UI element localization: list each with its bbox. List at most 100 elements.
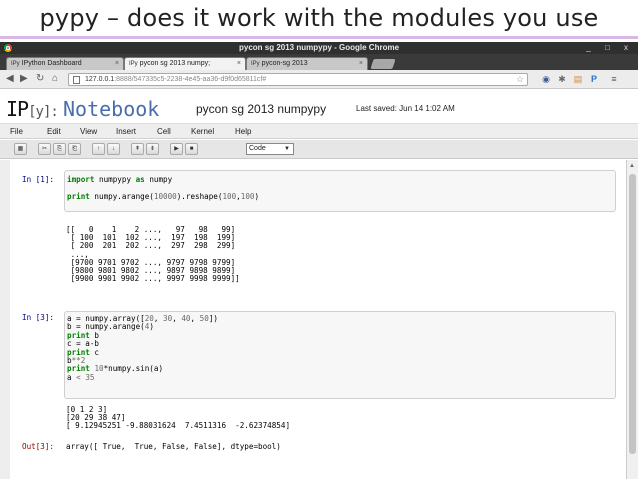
scroll-thumb[interactable] [629, 174, 636, 454]
output-line: [ 200 201 202 ..., 297 298 299] [66, 241, 236, 251]
paste-icon[interactable]: ⎗ [68, 143, 81, 155]
cell-3-code[interactable]: a = numpy.array([20, 30, 40, 50]) b = num… [67, 314, 218, 382]
code-token: 35 [85, 372, 95, 382]
cell-3-output-prompt: Out[3]: [22, 442, 55, 451]
tab-pycon-sg-2013[interactable]: IPy pycon-sg 2013 × [246, 57, 368, 70]
notebook-wordmark: Notebook [63, 97, 160, 121]
code-token: numpy.arange( [89, 191, 154, 201]
code-token: , [172, 314, 182, 323]
menu-cell[interactable]: Cell [157, 126, 171, 137]
code-token: numpypy [94, 175, 136, 184]
tab-label: pycon sg 2013 numpy; [139, 60, 211, 67]
interrupt-icon[interactable]: ■ [185, 143, 198, 155]
slide-header: pypy – does it work with the modules you… [0, 0, 638, 40]
code-token: , [153, 314, 164, 323]
code-token: ).reshape( [176, 191, 223, 201]
menu-file[interactable]: File [10, 126, 23, 137]
code-token: import [67, 175, 95, 184]
code-token: *numpy.sin(a) [103, 364, 164, 374]
cell-3-stdout: [0 1 2 3] [20 29 38 47][ 9.12945251 -9.88… [66, 405, 291, 431]
tab-label: pycon-sg 2013 [261, 60, 308, 67]
wrench-menu-icon[interactable]: ≡ [608, 73, 620, 85]
move-down-icon[interactable]: ↓ [107, 143, 120, 155]
close-icon[interactable]: × [115, 58, 119, 70]
reload-icon[interactable]: ↻ [36, 73, 44, 85]
code-line: print c [67, 348, 218, 357]
code-token: ) [254, 191, 260, 201]
run-cell-icon[interactable]: ▶ [170, 143, 183, 155]
menu-kernel[interactable]: Kernel [191, 126, 214, 137]
menu-bar: File Edit View Insert Cell Kernel Help [0, 124, 638, 139]
insert-above-icon[interactable]: ⇞ [131, 143, 144, 155]
ipython-favicon-icon: IPy [129, 61, 138, 67]
bookmark-star-icon[interactable]: ☆ [516, 74, 524, 85]
close-icon[interactable]: × [359, 58, 363, 70]
extension-p-icon[interactable]: P [588, 73, 600, 85]
home-icon[interactable]: ⌂ [52, 73, 58, 85]
cell-1-input[interactable]: import numpypy as numpy print numpy.arang… [64, 170, 616, 212]
move-up-icon[interactable]: ↑ [92, 143, 105, 155]
code-token: 50 [199, 314, 209, 323]
tab-ipython-dashboard[interactable]: IPy IPython Dashboard × [6, 57, 124, 70]
code-token: as [135, 175, 145, 184]
code-token: numpy [144, 175, 173, 184]
cell-3-input[interactable]: a = numpy.array([20, 30, 40, 50]) b = num… [64, 311, 616, 399]
menu-view[interactable]: View [80, 126, 97, 137]
code-line: import numpypy as numpy [67, 175, 259, 184]
address-bar[interactable]: 127.0.0.1:8888/547335c5-2238-4e45-aa36-d… [68, 73, 528, 86]
address-url: 127.0.0.1:8888/547335c5-2238-4e45-aa36-d… [85, 76, 267, 83]
chevron-down-icon: ▼ [284, 146, 290, 152]
cell-type-value: Code [249, 145, 266, 152]
tab-pycon-sg-2013-numpypy[interactable]: IPy pycon sg 2013 numpy; × [124, 57, 246, 70]
extension-globe-icon[interactable]: ◉ [540, 73, 552, 85]
code-token: a [67, 372, 77, 382]
notebook-header: IP[y]: Notebook pycon sg 2013 numpypy La… [0, 90, 638, 124]
code-token: , [190, 314, 200, 323]
last-saved-status: Last saved: Jun 14 1:02 AM [356, 104, 455, 113]
window-controls[interactable]: _ □ x [586, 42, 634, 54]
code-token: 30 [163, 314, 173, 323]
cell-1-input-prompt: In [1]: [22, 175, 55, 184]
output-line: [9900 9901 9902 ..., 9997 9998 9999]] [66, 274, 240, 284]
code-token: 100 [240, 191, 255, 201]
ipython-favicon-icon: IPy [251, 61, 260, 67]
code-line: print numpy.arange(10000).reshape(100,10… [67, 191, 260, 201]
menu-insert[interactable]: Insert [116, 126, 136, 137]
back-arrow-icon[interactable]: ◀ [6, 73, 14, 85]
ipython-logo[interactable]: IP[y]: [6, 97, 59, 121]
ipython-favicon-icon: IPy [11, 61, 20, 67]
window-title: pycon sg 2013 numpypy - Google Chrome [238, 43, 400, 52]
notebook-name[interactable]: pycon sg 2013 numpypy [196, 102, 326, 116]
browser-titlebar: pycon sg 2013 numpypy - Google Chrome _ … [0, 42, 638, 54]
notebook-toolbar: ▦ ✂ ⎘ ⎗ ↑ ↓ ⇞ ⇟ ▶ ■ Code ▼ [0, 140, 638, 159]
code-token: 10 [94, 364, 104, 374]
menu-help[interactable]: Help [235, 126, 251, 137]
copy-icon[interactable]: ⎘ [53, 143, 66, 155]
cell-type-select[interactable]: Code ▼ [246, 143, 294, 155]
save-icon[interactable]: ▦ [14, 143, 27, 155]
code-token: print [67, 191, 90, 201]
code-token: 40 [181, 314, 191, 323]
code-token: 100 [222, 191, 237, 201]
code-token: ) [149, 322, 154, 332]
cut-icon[interactable]: ✂ [38, 143, 51, 155]
insert-below-icon[interactable]: ⇟ [146, 143, 159, 155]
forward-arrow-icon[interactable]: ▶ [20, 73, 28, 85]
code-line: a < 35 [67, 372, 218, 382]
extension-note-icon[interactable]: ▤ [572, 73, 584, 85]
tab-label: IPython Dashboard [21, 60, 82, 67]
extension-gear-icon[interactable]: ✱ [556, 73, 568, 85]
page-icon [73, 76, 80, 84]
code-token: 10000 [153, 191, 177, 201]
cell-3-input-prompt: In [3]: [22, 313, 55, 322]
tab-strip: IPy IPython Dashboard × IPy pycon sg 2013 … [0, 54, 638, 70]
cell-1-code[interactable]: import numpypy as numpy print numpy.arang… [67, 175, 260, 201]
cell-1-output: [[ 0 1 2 ..., 97 98 99] [ 100 101 102 ..… [66, 225, 240, 284]
menu-edit[interactable]: Edit [47, 126, 61, 137]
scroll-up-icon[interactable]: ▲ [629, 163, 635, 169]
new-tab-button[interactable] [370, 59, 396, 69]
slide-title-rule [0, 36, 638, 39]
page-scrollbar[interactable]: ▲ [626, 160, 638, 479]
close-icon[interactable]: × [237, 58, 241, 70]
output-line: [ 9.12945251 -9.88031624 7.4511316 -2.62… [66, 421, 291, 431]
